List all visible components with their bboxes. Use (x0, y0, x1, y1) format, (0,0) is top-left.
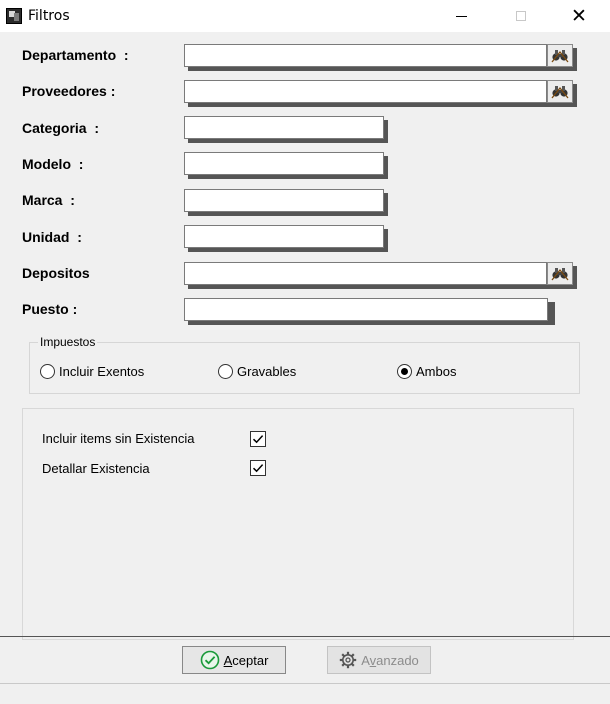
impuestos-title: Impuestos (38, 335, 98, 349)
status-bar-separator (0, 683, 610, 684)
checkbox-row-sin-existencia: Incluir items sin Existencia (42, 431, 194, 446)
departamento-input[interactable] (184, 44, 547, 67)
label-categoria: Categoria : (22, 120, 100, 136)
radio-selected-icon (397, 364, 412, 379)
avanzado-button[interactable]: Avanzado (327, 646, 431, 674)
departamento-lookup-button[interactable] (547, 44, 573, 67)
binoculars-icon (551, 86, 569, 99)
label-departamento: Departamento : (22, 47, 129, 63)
label-proveedores: Proveedores : (22, 83, 116, 99)
app-icon (6, 8, 22, 24)
maximize-icon (516, 11, 526, 21)
radio-gravables[interactable]: Gravables (218, 364, 296, 379)
radio-label: Ambos (416, 364, 457, 379)
radio-incluir-exentos[interactable]: Incluir Exentos (40, 364, 144, 379)
proveedores-input[interactable] (184, 80, 547, 103)
categoria-input[interactable] (184, 116, 384, 139)
marca-input[interactable] (184, 189, 384, 212)
radio-ambos[interactable]: Ambos (397, 364, 456, 379)
radio-icon (40, 364, 55, 379)
radio-label: Gravables (237, 364, 297, 379)
footer-divider (0, 636, 610, 637)
aceptar-label: Aceptar (223, 652, 269, 668)
minimize-icon (455, 15, 467, 17)
binoculars-icon (551, 50, 569, 63)
radio-label: Incluir Exentos (59, 364, 145, 379)
label-puesto: Puesto : (22, 301, 78, 317)
avanzado-label: Avanzado (361, 652, 419, 668)
checkmark-icon (252, 435, 264, 444)
detallar-existencia-checkbox[interactable] (250, 460, 266, 476)
depositos-input[interactable] (184, 262, 547, 285)
modelo-input[interactable] (184, 152, 384, 175)
title-bar: Filtros ✕ (0, 0, 610, 32)
proveedores-lookup-button[interactable] (547, 80, 573, 103)
check-circle-icon (200, 650, 220, 670)
checkmark-icon (252, 464, 264, 473)
puesto-input[interactable] (184, 298, 548, 321)
aceptar-button[interactable]: Aceptar (182, 646, 286, 674)
binoculars-icon (551, 268, 569, 281)
close-icon: ✕ (571, 5, 587, 27)
radio-icon (218, 364, 233, 379)
minimize-button[interactable] (438, 0, 484, 32)
checkbox-label: Incluir items sin Existencia (42, 431, 195, 446)
checkbox-row-detallar: Detallar Existencia (42, 461, 150, 476)
checkbox-label: Detallar Existencia (42, 461, 150, 476)
depositos-lookup-button[interactable] (547, 262, 573, 285)
label-unidad: Unidad : (22, 229, 82, 245)
window-title: Filtros (28, 8, 70, 24)
label-marca: Marca : (22, 192, 75, 208)
label-modelo: Modelo : (22, 156, 84, 172)
gear-icon (339, 651, 357, 669)
label-depositos: Depositos (22, 265, 90, 281)
incluir-sin-existencia-checkbox[interactable] (250, 431, 266, 447)
close-button[interactable]: ✕ (556, 0, 602, 32)
unidad-input[interactable] (184, 225, 384, 248)
maximize-button (498, 0, 544, 32)
